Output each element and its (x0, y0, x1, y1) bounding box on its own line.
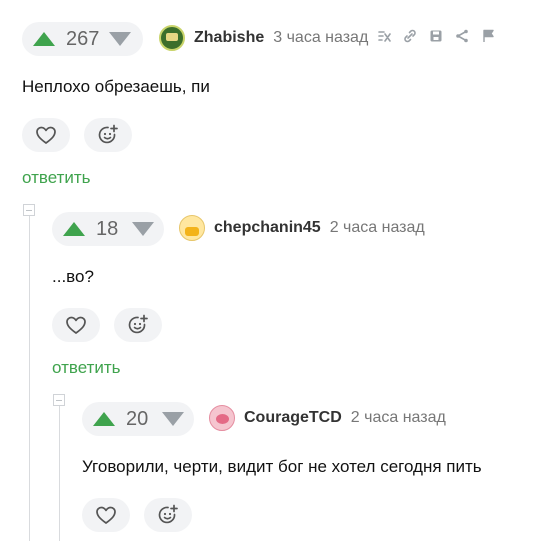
share-icon[interactable] (454, 28, 470, 44)
comment-text: Уговорили, черти, видит бог не хотел сег… (82, 457, 482, 476)
reply-link[interactable]: ответить (52, 358, 536, 378)
link-icon[interactable] (402, 28, 418, 44)
comment-actions (52, 308, 536, 342)
like-button[interactable] (82, 498, 130, 532)
comment-text: ...во? (52, 267, 94, 286)
avatar[interactable] (179, 215, 205, 241)
downvote-icon[interactable] (132, 222, 154, 236)
comment-author: Zhabishe 3 часа назад (159, 25, 368, 51)
username[interactable]: Zhabishe (194, 29, 264, 47)
downvote-icon[interactable] (162, 412, 184, 426)
comment-header: 267 Zhabishe 3 часа назад (22, 0, 536, 76)
reply-link[interactable]: ответить (22, 168, 536, 188)
vote-control: 20 (82, 402, 194, 436)
like-button[interactable] (52, 308, 100, 342)
timestamp[interactable]: 2 часа назад (351, 409, 446, 427)
bookmark-slash-icon[interactable] (376, 28, 392, 44)
comment-header: 20 CourageTCD 2 часа назад (82, 380, 536, 456)
comment-text: Неплохо обрезаешь, пи (22, 77, 210, 96)
flag-icon[interactable] (480, 28, 496, 44)
username[interactable]: chepchanin45 (214, 219, 321, 237)
heart-icon (96, 506, 116, 524)
comment-author: chepchanin45 2 часа назад (179, 215, 425, 241)
comment-actions (22, 118, 536, 152)
upvote-icon[interactable] (93, 412, 115, 426)
avatar[interactable] (209, 405, 235, 431)
comment-header: 18 chepchanin45 2 часа назад (52, 190, 536, 266)
vote-count: 20 (126, 407, 149, 430)
avatar[interactable] (159, 25, 185, 51)
comment-tools (376, 28, 496, 44)
comment: 267 Zhabishe 3 часа назад Неплохо обреза… (22, 0, 536, 188)
comment: 20 CourageTCD 2 часа назад Уговорили, че… (82, 380, 536, 532)
like-button[interactable] (22, 118, 70, 152)
thread-line (59, 401, 60, 541)
comment-author: CourageTCD 2 часа назад (209, 405, 446, 431)
emoji-add-icon (128, 314, 148, 334)
vote-count: 267 (66, 27, 100, 50)
timestamp[interactable]: 3 часа назад (273, 29, 368, 47)
emoji-add-icon (98, 124, 118, 144)
add-reaction-button[interactable] (84, 118, 132, 152)
thread-line (29, 211, 30, 541)
add-reaction-button[interactable] (144, 498, 192, 532)
collapse-thread-button[interactable] (53, 394, 65, 406)
upvote-icon[interactable] (63, 222, 85, 236)
timestamp[interactable]: 2 часа назад (330, 219, 425, 237)
comment-actions (82, 498, 536, 532)
heart-icon (36, 126, 56, 144)
add-reaction-button[interactable] (114, 308, 162, 342)
downvote-icon[interactable] (109, 32, 131, 46)
heart-icon (66, 316, 86, 334)
upvote-icon[interactable] (33, 32, 55, 46)
username[interactable]: CourageTCD (244, 409, 342, 427)
save-icon[interactable] (428, 28, 444, 44)
emoji-add-icon (158, 504, 178, 524)
vote-control: 267 (22, 22, 143, 56)
vote-control: 18 (52, 212, 164, 246)
comment: 18 chepchanin45 2 часа назад ...во? отве… (52, 190, 536, 378)
vote-count: 18 (96, 217, 119, 240)
collapse-thread-button[interactable] (23, 204, 35, 216)
